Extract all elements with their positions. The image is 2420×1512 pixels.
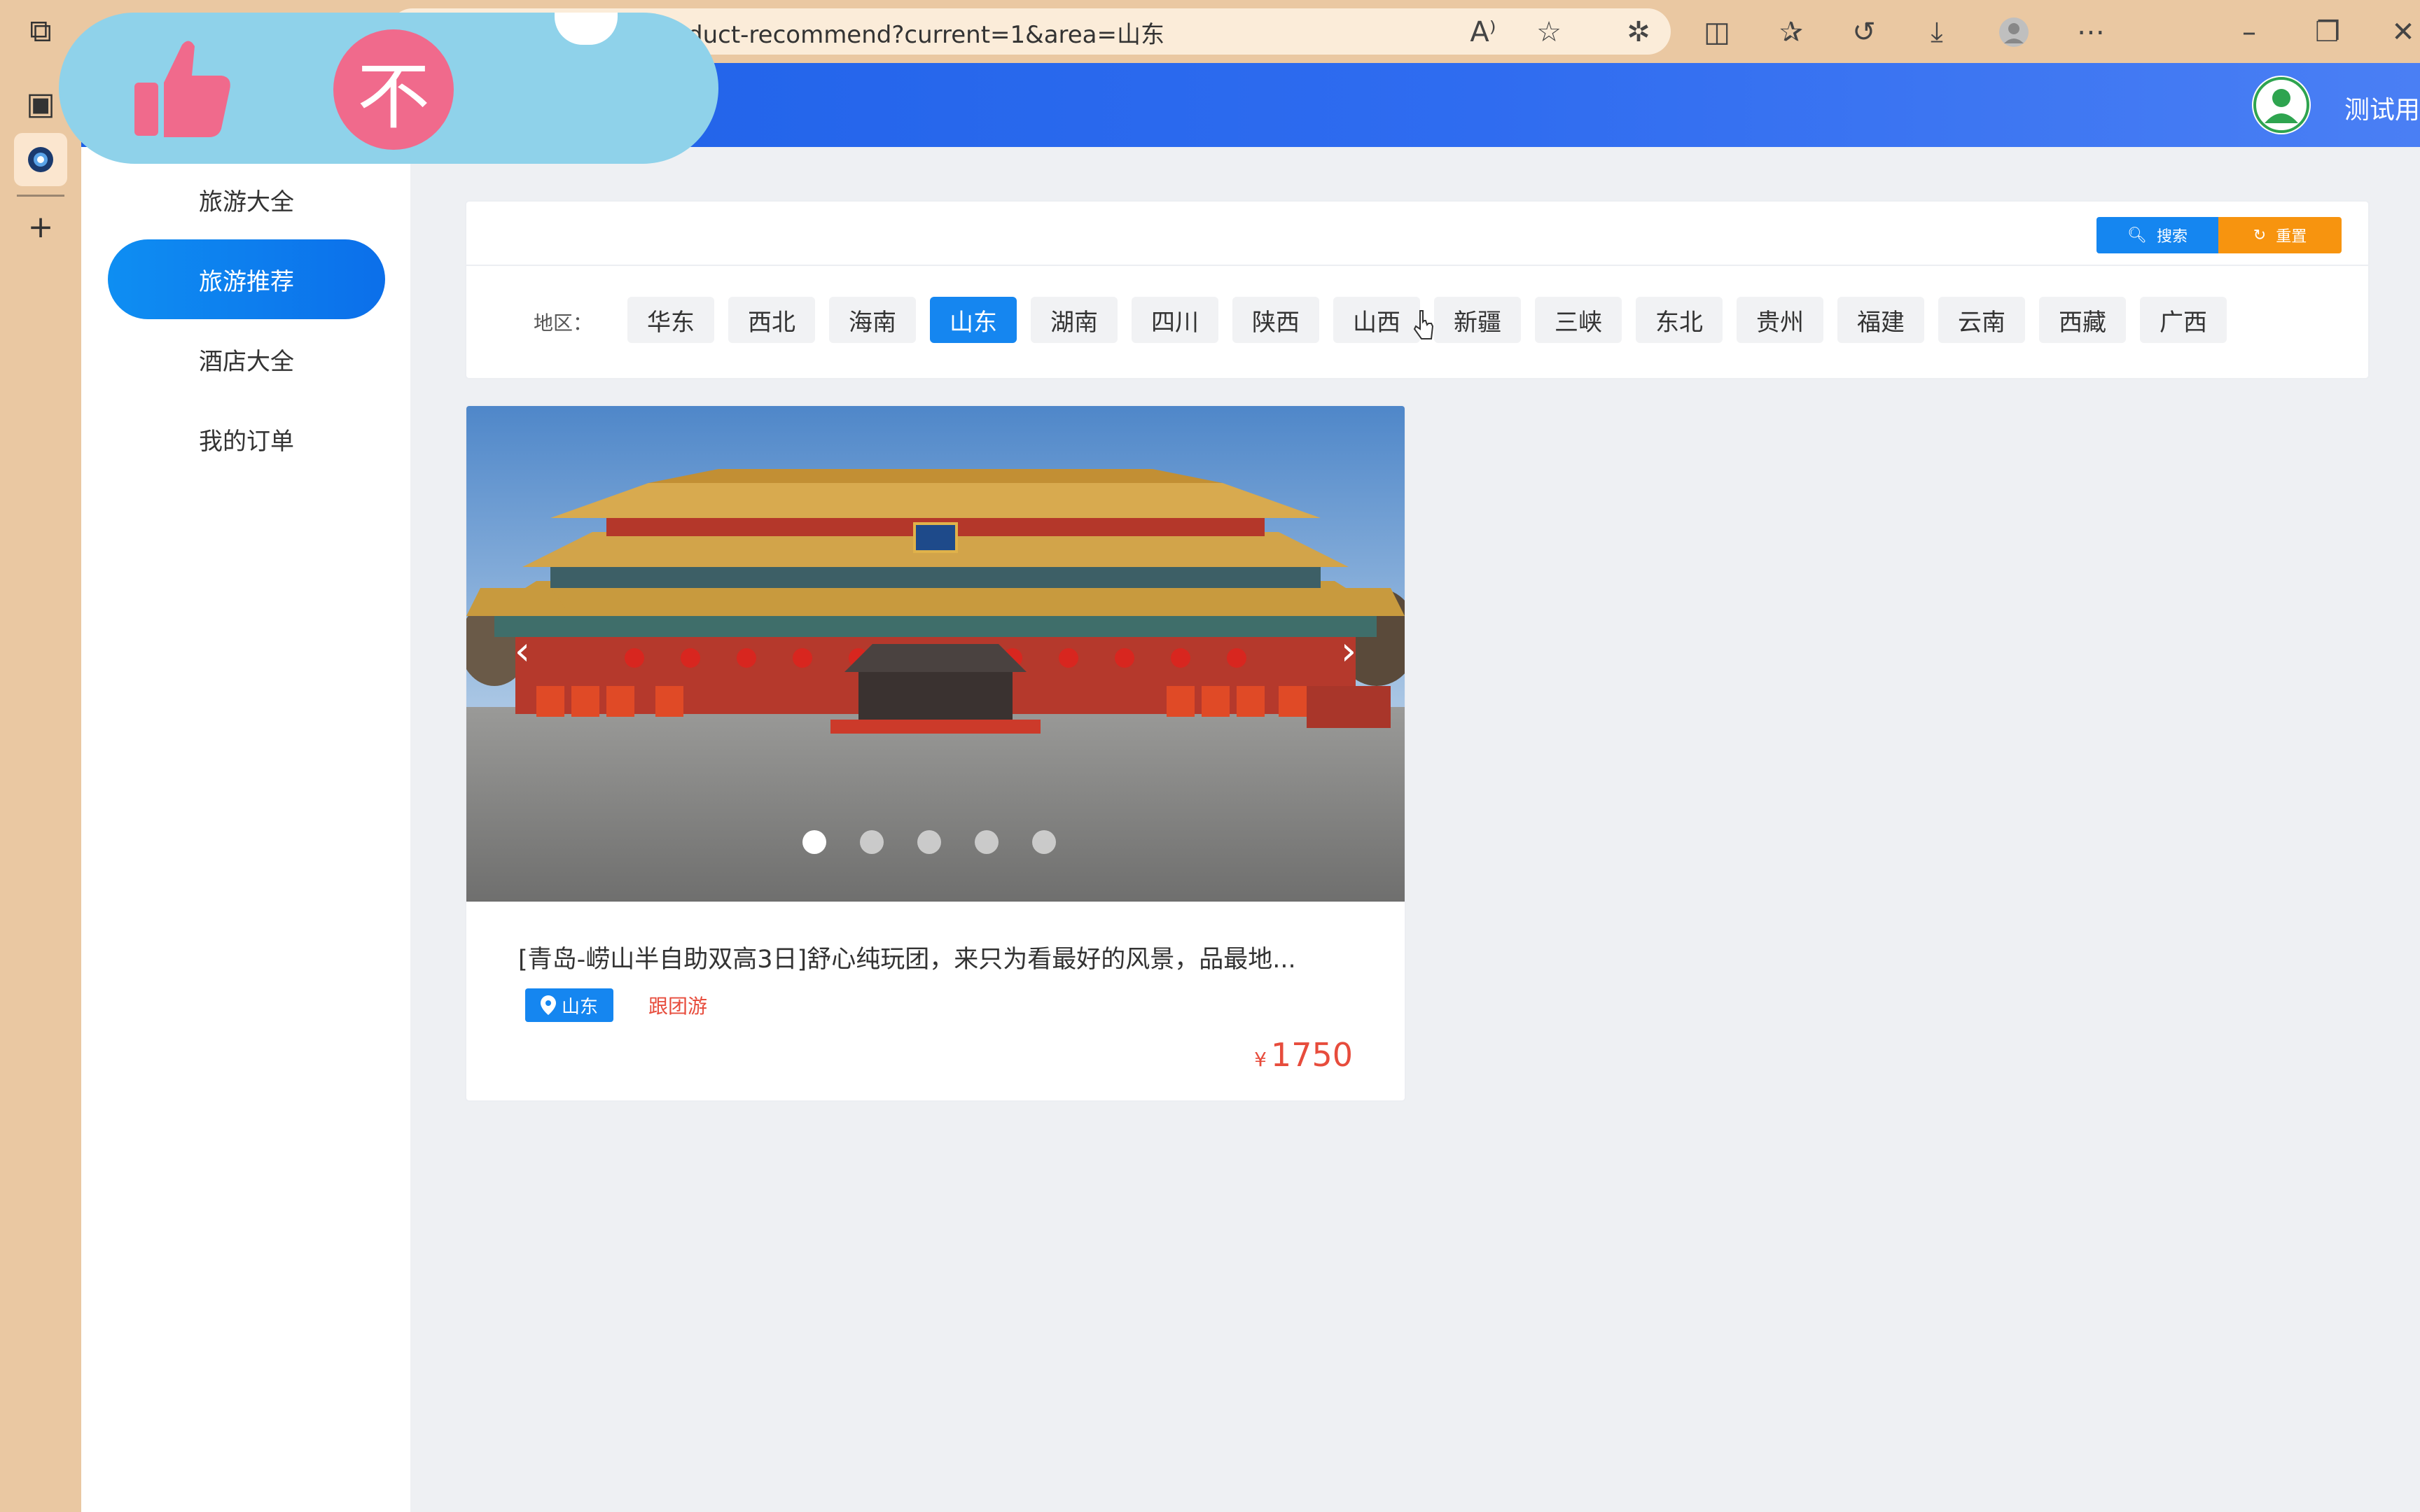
refresh-icon: ↻: [2253, 226, 2267, 244]
sidebar-item-travel-recommend[interactable]: 旅游推荐: [108, 239, 385, 319]
dislike-button[interactable]: 不: [333, 29, 454, 150]
carousel-dot[interactable]: [802, 830, 826, 854]
read-aloud-icon[interactable]: A⁾: [1461, 10, 1505, 55]
workspaces-icon[interactable]: ⧉: [14, 4, 67, 57]
area-chip-guangxi[interactable]: 广西: [2140, 297, 2227, 343]
filter-panel: 🔍︎ 搜索 ↻ 重置 地区： 华东 西北 海南 山东 湖南 四川 陕西 山西 新…: [465, 200, 2370, 379]
area-chip-shaanxi[interactable]: 陕西: [1232, 297, 1319, 343]
new-tab-icon[interactable]: +: [14, 200, 67, 253]
product-price: ¥1750: [1254, 1036, 1353, 1074]
vertical-tabs-strip: ⧉ ▣ +: [0, 0, 81, 1512]
area-chip-dongbei[interactable]: 东北: [1636, 297, 1723, 343]
area-chip-hainan[interactable]: 海南: [829, 297, 916, 343]
carousel-next-icon[interactable]: ›: [1328, 629, 1370, 674]
area-chip-fujian[interactable]: 福建: [1837, 297, 1924, 343]
price-value: 1750: [1270, 1036, 1353, 1074]
area-chip-hunan[interactable]: 湖南: [1031, 297, 1118, 343]
area-chip-guizhou[interactable]: 贵州: [1737, 297, 1823, 343]
reset-button-label: 重置: [2276, 228, 2307, 246]
area-filter-label: 地区：: [534, 312, 593, 335]
area-chip-sanxia[interactable]: 三峡: [1535, 297, 1622, 343]
carousel-dot[interactable]: [860, 830, 884, 854]
area-chip-xinjiang[interactable]: 新疆: [1434, 297, 1521, 343]
area-chip-xizang[interactable]: 西藏: [2039, 297, 2126, 343]
favorite-star-icon[interactable]: ☆: [1527, 10, 1571, 55]
user-avatar[interactable]: [2252, 76, 2311, 134]
product-carousel[interactable]: ‹ ›: [466, 406, 1405, 902]
temple-photo: [466, 406, 1405, 902]
split-screen-icon[interactable]: ◫: [1695, 10, 1739, 55]
floating-toolbar: 不: [59, 13, 718, 164]
area-chip-huadong[interactable]: 华东: [627, 297, 714, 343]
area-chip-shanxi[interactable]: 山西: [1333, 297, 1420, 343]
product-card[interactable]: ‹ › [青岛-崂山半自助双高3日]舒心纯玩团，来只为看最好的风景，品最地...…: [465, 405, 1406, 1102]
restore-icon[interactable]: ❐: [2305, 10, 2350, 55]
search-button-label: 搜索: [2156, 228, 2188, 246]
location-pin-icon: [540, 995, 556, 1015]
overlay-handle[interactable]: [555, 13, 618, 45]
area-tag-label: 山东: [561, 996, 598, 1018]
currency-symbol: ¥: [1254, 1048, 1267, 1071]
search-button[interactable]: 🔍︎ 搜索: [2096, 217, 2218, 253]
tab-divider: [17, 195, 64, 197]
area-tag: 山东: [525, 988, 613, 1022]
product-title[interactable]: [青岛-崂山半自助双高3日]舒心纯玩团，来只为看最好的风景，品最地...: [518, 939, 1296, 975]
favorites-icon[interactable]: ✰: [1769, 10, 1814, 55]
mouse-cursor-icon: [1413, 310, 1434, 340]
carousel-indicators: [802, 830, 1056, 854]
sidebar-item-hotels[interactable]: 酒店大全: [108, 319, 385, 399]
area-chip-yunnan[interactable]: 云南: [1938, 297, 2025, 343]
filter-toolbar: 🔍︎ 搜索 ↻ 重置: [466, 202, 2368, 266]
search-icon: 🔍︎: [2127, 226, 2147, 244]
sidebar-nav: 旅游大全 旅游推荐 酒店大全 我的订单: [81, 147, 410, 1512]
history-icon[interactable]: ↺: [1842, 10, 1886, 55]
area-chip-shandong[interactable]: 山东: [930, 297, 1017, 343]
thumbs-up-icon[interactable]: [127, 32, 239, 144]
tour-type-tag: 跟团游: [648, 995, 708, 1018]
carousel-dot[interactable]: [917, 830, 941, 854]
sidebar-item-my-orders[interactable]: 我的订单: [108, 399, 385, 479]
area-chip-xibei[interactable]: 西北: [728, 297, 815, 343]
carousel-dot[interactable]: [975, 830, 999, 854]
carousel-prev-icon[interactable]: ‹: [501, 629, 543, 674]
reset-button[interactable]: ↻ 重置: [2218, 217, 2342, 253]
browser-tab-icon[interactable]: [14, 133, 67, 186]
area-chip-sichuan[interactable]: 四川: [1132, 297, 1218, 343]
url-text[interactable]: duct-recommend?current=1&area=山东: [688, 15, 1164, 50]
extensions-icon[interactable]: ✲: [1616, 10, 1661, 55]
profile-icon[interactable]: [1991, 10, 2036, 55]
downloads-icon[interactable]: ⤓: [1914, 10, 1959, 55]
carousel-dot[interactable]: [1032, 830, 1056, 854]
username[interactable]: 测试用户: [2344, 90, 2420, 126]
more-icon[interactable]: ⋯: [2068, 10, 2113, 55]
sidebar-item-travel-all[interactable]: 旅游大全: [108, 160, 385, 239]
minimize-icon[interactable]: –: [2227, 10, 2272, 55]
close-icon[interactable]: ✕: [2381, 10, 2420, 55]
